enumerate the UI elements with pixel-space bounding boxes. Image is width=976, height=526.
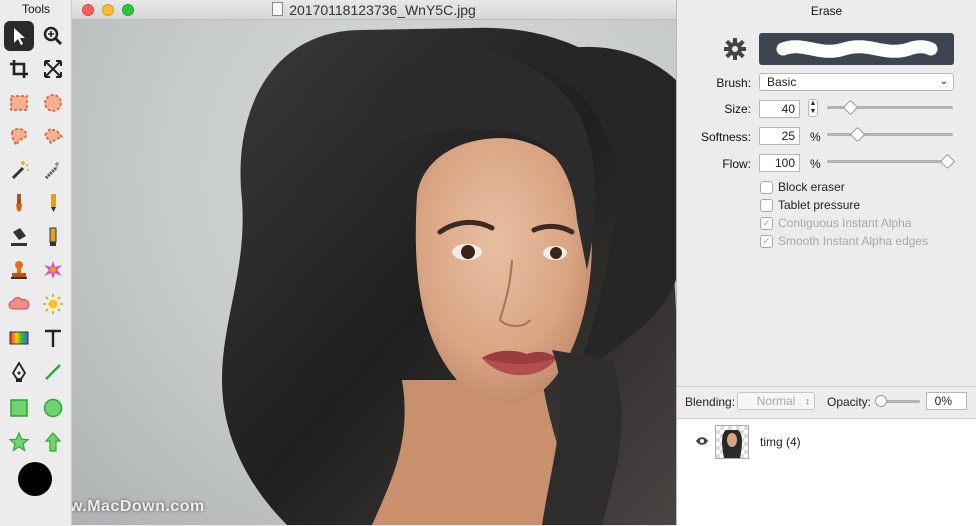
flow-unit: % [810, 157, 821, 171]
watermark-text: www.MacDown.com [72, 498, 205, 515]
size-stepper[interactable]: ▲ ▼ [808, 99, 818, 117]
crop-icon[interactable] [4, 54, 34, 84]
sun-icon[interactable] [38, 289, 68, 319]
softness-unit: % [810, 130, 821, 144]
smooth-alpha-label: Smooth Instant Alpha edges [778, 234, 929, 248]
blending-select[interactable]: Normal ↕ [737, 392, 815, 410]
inspector-title: Erase [810, 4, 843, 18]
document-file-icon [272, 2, 284, 16]
portrait-photo [222, 27, 676, 525]
tools-title: Tools [21, 2, 50, 16]
image-canvas[interactable]: www.MacDown.com [72, 20, 676, 525]
ellipse-select-icon[interactable] [38, 88, 68, 118]
brush-settings-gear-icon[interactable] [723, 37, 747, 61]
color-splash-icon[interactable] [38, 255, 68, 285]
flip-icon[interactable] [38, 54, 68, 84]
document-titlebar: 20170118123736_WnY5C.jpg [72, 0, 676, 20]
brush-preview[interactable] [759, 33, 954, 65]
flow-slider[interactable] [827, 160, 953, 163]
rectangle-icon[interactable] [4, 393, 34, 423]
contiguous-alpha-label: Contiguous Instant Alpha [778, 216, 912, 230]
smooth-alpha-option: ✓ Smooth Instant Alpha edges [760, 234, 928, 248]
tablet-pressure-label: Tablet pressure [778, 198, 861, 212]
star-icon[interactable] [4, 427, 34, 457]
foreground-color-well[interactable] [18, 462, 52, 496]
layer-thumbnail [715, 425, 749, 459]
pen-icon[interactable] [4, 357, 34, 387]
brush-select[interactable]: Basic ⌄ [759, 73, 954, 91]
tablet-pressure-option[interactable]: Tablet pressure [760, 198, 860, 212]
size-field[interactable]: 40 [759, 100, 800, 118]
block-eraser-label: Block eraser [778, 180, 845, 194]
blending-bar: Blending: Normal ↕ Opacity: 0% [677, 386, 976, 417]
cloud-shape-icon[interactable] [4, 289, 34, 319]
magic-wand-icon[interactable] [4, 155, 34, 185]
line-icon[interactable] [38, 357, 68, 387]
erase-inspector: Erase Brush: Basic ⌄ Size: 40 ▲ ▼ Softnes… [676, 0, 976, 526]
document-title: 20170118123736_WnY5C.jpg [72, 2, 676, 18]
tools-palette: Tools [0, 0, 72, 525]
size-label: Size: [724, 102, 751, 116]
opacity-slider-knob[interactable] [875, 395, 887, 407]
flow-slider-knob[interactable] [939, 153, 956, 170]
tablet-pressure-checkbox[interactable] [760, 198, 773, 212]
text-icon[interactable] [38, 323, 68, 353]
softness-field[interactable]: 25 [759, 127, 800, 145]
paint-bucket-icon[interactable] [4, 222, 34, 252]
circle-icon[interactable] [38, 393, 68, 423]
gradient-icon[interactable] [4, 323, 34, 353]
flow-field[interactable]: 100 [759, 154, 800, 172]
polygon-lasso-icon[interactable] [38, 121, 68, 151]
blending-value: Normal [756, 394, 796, 408]
chevron-updown-icon: ↕ [805, 396, 811, 406]
opacity-field[interactable]: 0% [926, 392, 967, 410]
document-filename: 20170118123736_WnY5C.jpg [289, 2, 476, 18]
pencil-icon[interactable] [38, 188, 68, 218]
lasso-icon[interactable] [4, 121, 34, 151]
layer-row[interactable]: timg (4) [677, 423, 976, 459]
size-slider-knob[interactable] [842, 99, 859, 116]
block-eraser-checkbox[interactable] [760, 180, 773, 194]
brush-select-value: Basic [767, 75, 797, 89]
softness-slider[interactable] [827, 133, 953, 136]
contiguous-alpha-checkbox: ✓ [760, 216, 773, 230]
opacity-label: Opacity: [827, 395, 872, 409]
layer-name: timg (4) [760, 435, 801, 449]
pointer-icon[interactable] [4, 21, 34, 51]
softness-slider-knob[interactable] [849, 126, 866, 143]
layers-list: timg (4) [677, 418, 976, 526]
rect-select-icon[interactable] [4, 88, 34, 118]
softness-label: Softness: [700, 130, 751, 144]
eye-icon[interactable] [695, 435, 709, 449]
brush-label: Brush: [716, 76, 751, 90]
zoom-icon[interactable] [38, 21, 68, 51]
smooth-alpha-checkbox: ✓ [760, 234, 773, 248]
contiguous-alpha-option: ✓ Contiguous Instant Alpha [760, 216, 911, 230]
clone-stamp-icon[interactable] [4, 255, 34, 285]
arrow-icon[interactable] [38, 427, 68, 457]
chevron-down-icon: ⌄ [939, 76, 948, 87]
flow-label: Flow: [722, 157, 751, 171]
quick-select-icon[interactable] [38, 155, 68, 185]
blending-label: Blending: [685, 395, 736, 409]
brush-icon[interactable] [4, 188, 34, 218]
gradient-fill-icon[interactable] [38, 222, 68, 252]
block-eraser-option[interactable]: Block eraser [760, 180, 845, 194]
